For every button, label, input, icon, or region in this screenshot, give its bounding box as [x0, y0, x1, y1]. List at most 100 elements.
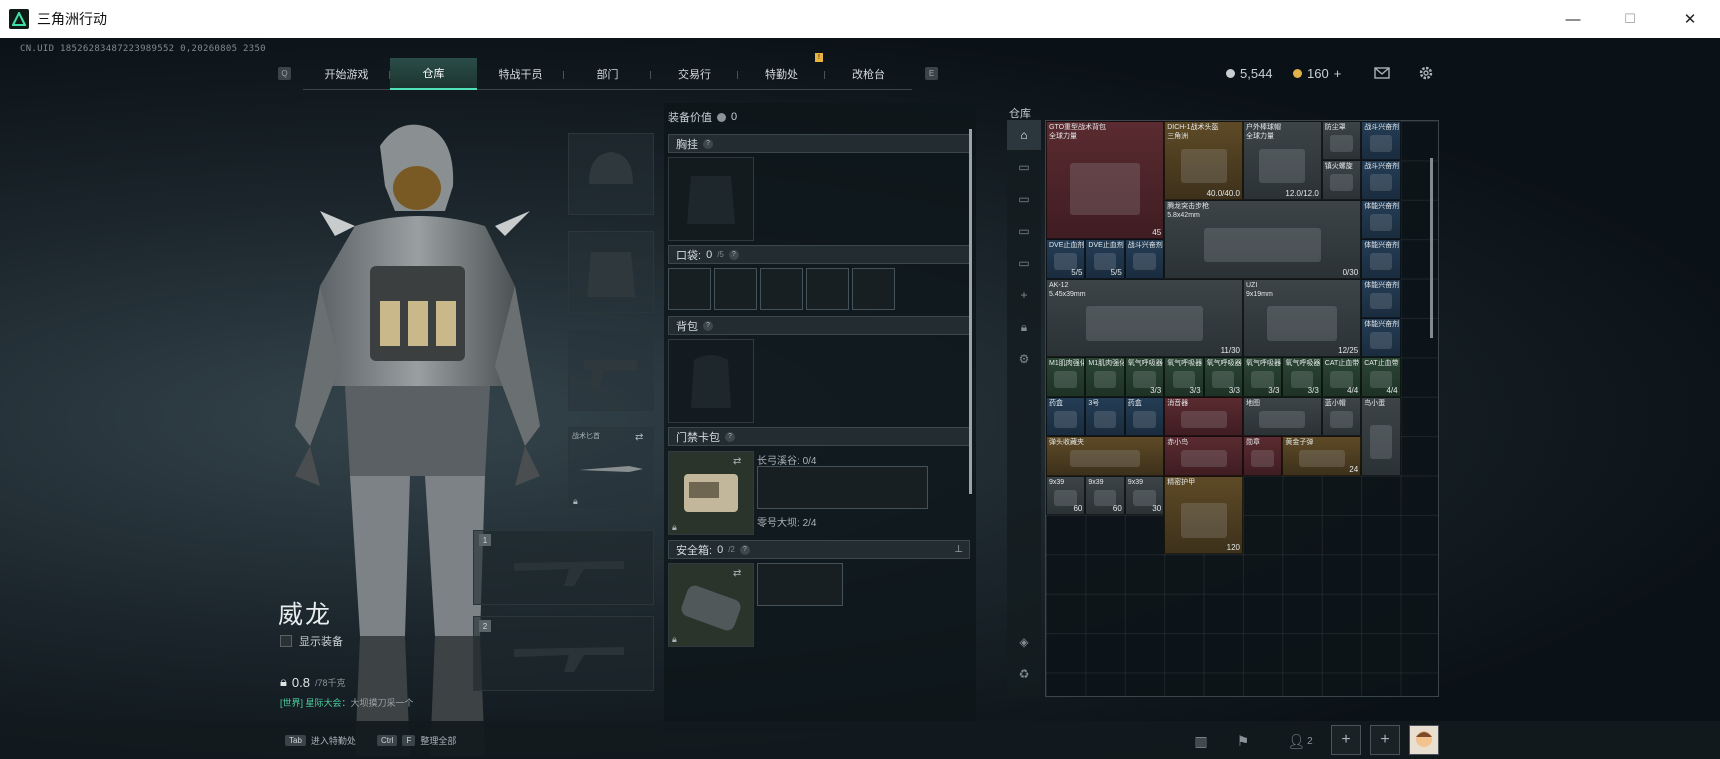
warehouse-item[interactable]: 氧气呼吸器 3/3	[1282, 357, 1322, 397]
warehouse-item[interactable]: 氧气呼吸器 3/3	[1124, 357, 1165, 397]
warehouse-item[interactable]: DICH-1战术头盔 三角洲 40.0/40.0	[1164, 121, 1243, 200]
help-icon[interactable]: ?	[703, 320, 713, 331]
hint-tab[interactable]: Tab 进入特勤处	[285, 734, 356, 747]
pocket-slot-1[interactable]	[668, 268, 711, 310]
lock-tab-icon[interactable]: 🔒︎	[1007, 312, 1041, 342]
warehouse-item[interactable]: 腾龙突击步枪 5.8x42mm 0/30	[1164, 199, 1362, 279]
warehouse-item[interactable]: DVE止血剂 5/5	[1046, 239, 1086, 279]
stats-icon[interactable]: ▥	[1188, 728, 1214, 754]
tab-special-ops[interactable]: 特勤处	[738, 58, 825, 90]
tab-start-game[interactable]: 开始游戏	[303, 58, 390, 90]
primary-weapon-slot-2[interactable]: 2	[473, 616, 654, 691]
warehouse-item[interactable]: 赤小鸟	[1164, 436, 1243, 476]
safebox-storage[interactable]	[757, 563, 843, 606]
pocket-slot-2[interactable]	[714, 268, 757, 310]
tab-gunsmith[interactable]: 改枪台	[825, 58, 912, 90]
pocket-slot-3[interactable]	[760, 268, 803, 310]
loadout-scrollbar[interactable]	[969, 129, 972, 494]
mail-icon[interactable]	[1371, 62, 1393, 84]
body-armor-slot[interactable]	[568, 231, 654, 313]
warehouse-scrollbar[interactable]	[1430, 158, 1433, 338]
warehouse-item[interactable]: 防尘罩	[1321, 121, 1362, 161]
warehouse-item[interactable]: 9x39 60	[1046, 475, 1086, 515]
layers-icon[interactable]: ◈	[1007, 627, 1041, 657]
friends-icon[interactable]: 👤︎ 2	[1280, 728, 1320, 754]
warehouse-item[interactable]: CAT止血带 4/4	[1321, 357, 1362, 397]
keycard-row1-slots[interactable]	[757, 466, 928, 509]
settings-gear-icon[interactable]	[1415, 62, 1437, 84]
world-chat-message[interactable]: [世界] 星际大会：大坝摸刀采一个	[280, 696, 414, 709]
warehouse-item[interactable]: 氧气呼吸器 3/3	[1164, 357, 1204, 397]
backpack-slot[interactable]	[668, 339, 754, 423]
warehouse-item[interactable]: AK-12 5.45x39mm 11/30	[1046, 278, 1243, 358]
chest-rig-slot[interactable]	[668, 157, 754, 241]
tab-department[interactable]: 部门	[564, 58, 651, 90]
warehouse-item[interactable]: 地图	[1243, 396, 1322, 437]
warehouse-item[interactable]: CAT止血带 4/4	[1361, 357, 1401, 397]
helmet-slot[interactable]	[568, 133, 654, 215]
warehouse-item[interactable]: UZI 9x19mm 12/25	[1243, 278, 1362, 358]
add-tab-icon[interactable]: +	[1007, 280, 1041, 310]
warehouse-item[interactable]: 体能兴奋剂	[1361, 239, 1401, 279]
minimize-button[interactable]: —	[1543, 0, 1603, 38]
warehouse-item[interactable]: 氧气呼吸器 3/3	[1203, 357, 1243, 397]
primary-weapon-slot-1[interactable]: 1	[473, 530, 654, 605]
warehouse-item[interactable]: 消音器	[1164, 396, 1243, 437]
keycard-case-slot[interactable]: ⇄ 🔒︎	[668, 451, 754, 535]
warehouse-tab-items-icon[interactable]: ▭	[1007, 248, 1041, 278]
safebox-slot[interactable]: ⇄ 🔒︎	[668, 563, 754, 647]
add-squad-slot-button[interactable]: +	[1331, 725, 1361, 755]
warehouse-tab-equipment-icon[interactable]: ▭	[1007, 184, 1041, 214]
pin-icon[interactable]: ⊥	[954, 544, 963, 555]
warehouse-item[interactable]: 镇火螺旋	[1321, 160, 1362, 200]
warehouse-item[interactable]: M1肌肉强化	[1046, 357, 1086, 397]
add-currency-button[interactable]: +	[1334, 66, 1342, 81]
warehouse-grid[interactable]: GTO重型战术背包 全球力量 45 DICH-1战术头盔 三角洲 40.0/40.0 户外棒…	[1045, 120, 1439, 697]
warehouse-item[interactable]: 战斗兴奋剂	[1361, 121, 1401, 161]
warehouse-item[interactable]: 黄金子弹 24	[1282, 436, 1362, 476]
melee-slot[interactable]: 战术匕首 ⇄ 🔒︎	[568, 427, 654, 509]
pocket-slot-5[interactable]	[852, 268, 895, 310]
warehouse-item[interactable]: 勋章	[1243, 436, 1283, 476]
warehouse-item[interactable]: GTO重型战术背包 全球力量 45	[1046, 121, 1165, 240]
tab-trading[interactable]: 交易行	[651, 58, 738, 90]
maximize-button[interactable]: ☐	[1600, 0, 1660, 38]
settings-tab-icon[interactable]: ⚙	[1007, 344, 1041, 374]
tab-operators[interactable]: 特战干员	[477, 58, 564, 90]
flag-icon[interactable]: ⚑	[1230, 728, 1256, 754]
show-equipment-checkbox[interactable]	[280, 635, 292, 647]
warehouse-item[interactable]: 户外棒球帽 全球力量 12.0/12.0	[1243, 121, 1322, 200]
pocket-slot-4[interactable]	[806, 268, 849, 310]
tab-warehouse[interactable]: 仓库	[390, 58, 477, 90]
hint-sort[interactable]: Ctrl F 整理全部	[377, 734, 456, 747]
warehouse-item[interactable]: 蓝小帽	[1321, 396, 1362, 437]
warehouse-item[interactable]: 战斗兴奋剂	[1361, 160, 1401, 200]
warehouse-item[interactable]: 药盒	[1124, 396, 1165, 437]
show-equipment-toggle[interactable]: 显示装备	[280, 633, 343, 649]
warehouse-item[interactable]: 战斗兴奋剂	[1124, 239, 1165, 279]
warehouse-item[interactable]: 药盒	[1046, 396, 1086, 437]
sidearm-slot[interactable]	[568, 329, 654, 411]
nav-next-key[interactable]: E	[925, 67, 938, 80]
warehouse-item[interactable]: 精密护甲 120	[1164, 475, 1243, 555]
help-icon[interactable]: ?	[703, 138, 713, 149]
warehouse-item[interactable]: 9x39 60	[1085, 475, 1125, 515]
warehouse-item[interactable]: 9x39 30	[1124, 475, 1165, 515]
warehouse-item[interactable]: 体能兴奋剂	[1361, 199, 1401, 240]
warehouse-item[interactable]: 3号	[1085, 396, 1125, 437]
recycle-icon[interactable]: ♻	[1007, 659, 1041, 689]
help-icon[interactable]: ?	[739, 544, 750, 555]
warehouse-item[interactable]: 体能兴奋剂	[1361, 278, 1401, 318]
nav-prev-key[interactable]: Q	[278, 67, 291, 80]
help-icon[interactable]: ?	[728, 249, 739, 260]
warehouse-tab-ammo-icon[interactable]: ▭	[1007, 216, 1041, 246]
warehouse-item[interactable]: 体能兴奋剂	[1361, 318, 1401, 358]
warehouse-item[interactable]: 鸟小蛋	[1361, 396, 1401, 476]
warehouse-item[interactable]: M1肌肉强化	[1085, 357, 1125, 397]
warehouse-item[interactable]: DVE止血剂 5/5	[1085, 239, 1125, 279]
warehouse-item[interactable]: 弹头收藏夹	[1046, 436, 1165, 476]
player-avatar[interactable]	[1409, 725, 1439, 755]
help-icon[interactable]: ?	[725, 431, 735, 442]
warehouse-tab-all-icon[interactable]: ⌂	[1007, 120, 1041, 150]
add-squad-slot-button[interactable]: +	[1370, 725, 1400, 755]
